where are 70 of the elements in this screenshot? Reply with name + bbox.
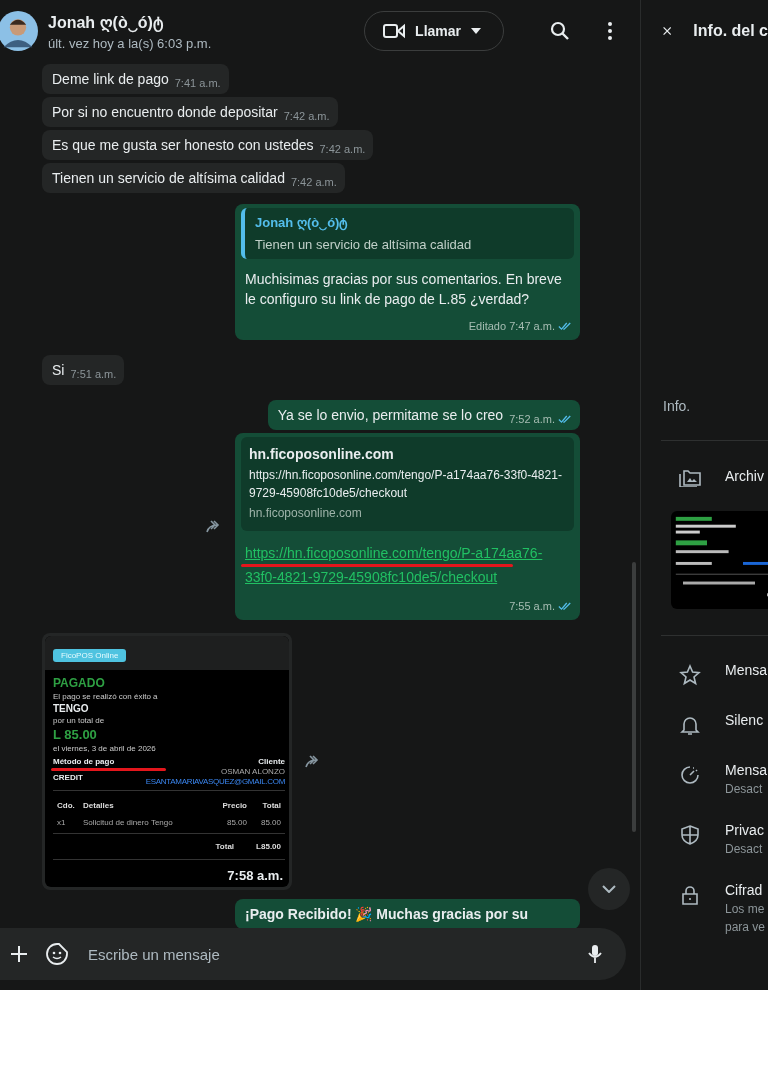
message-bubble: Es que me gusta ser honesto con ustedes 7:42 a.m. bbox=[42, 130, 374, 160]
image-message[interactable] bbox=[42, 633, 292, 890]
message-composer[interactable]: Escribe un mensaje bbox=[0, 928, 626, 980]
table-header: Total bbox=[261, 801, 281, 810]
search-icon[interactable] bbox=[550, 21, 570, 41]
quoted-message[interactable]: Jonah ღ(ò‿ó)ტ Tienen un servicio de altísima calidad bbox=[241, 208, 574, 259]
star-icon bbox=[679, 664, 701, 686]
settings-subtitle: para ve bbox=[725, 920, 766, 934]
table-cell-text: 85.00 bbox=[259, 818, 281, 827]
media-label[interactable]: Archiv bbox=[725, 468, 764, 484]
last-seen-status: últ. vez hoy a la(s) 6:03 p.m. bbox=[48, 36, 213, 51]
media-icon bbox=[679, 467, 701, 487]
receipt-value: CREDIT bbox=[53, 773, 84, 782]
table-header: Precio bbox=[221, 801, 247, 810]
settings-item[interactable]: Cifrad bbox=[725, 882, 766, 898]
message-input[interactable]: Escribe un mensaje bbox=[86, 944, 570, 964]
total-label: Total bbox=[215, 842, 235, 851]
settings-subtitle: Los me bbox=[725, 902, 766, 916]
add-icon[interactable] bbox=[10, 945, 28, 963]
receipt-label: Cliente bbox=[258, 757, 285, 766]
receipt-date: el viernes, 3 de abril de 2026 bbox=[53, 744, 157, 753]
amount: L 85.00 bbox=[53, 727, 98, 742]
lock-icon bbox=[679, 884, 701, 906]
menu-icon[interactable] bbox=[608, 22, 612, 40]
table-cell-text: x1 bbox=[57, 818, 67, 827]
message-bubble: Tienen un servicio de altísima calidad 7:42 a.m. bbox=[42, 163, 345, 193]
message-bubble: Ya se lo envio, permitame se lo creo 7:52 a.m. bbox=[267, 400, 580, 430]
receipt-label: Método de pago bbox=[53, 757, 115, 766]
total-value: L85.00 bbox=[256, 842, 281, 851]
close-icon[interactable] bbox=[663, 24, 672, 38]
settings-item[interactable]: Mensa bbox=[725, 762, 768, 778]
timer-icon bbox=[679, 764, 701, 786]
table-cell-text: Solicitud de dinero Tengo bbox=[83, 818, 174, 827]
section-label: Info. bbox=[663, 398, 692, 414]
receipt-text: El pago se realizó con éxito a bbox=[53, 692, 159, 701]
sticker-icon[interactable] bbox=[46, 943, 68, 965]
link-preview[interactable]: hn.ficoposonline.com https://hn.ficoposonline.com/tengo/P-a174aa76-33f0-4821-9729-45908fc10de5/checkout hn.ficoposonline.com bbox=[241, 437, 574, 531]
payment-status: PAGADO bbox=[53, 676, 106, 690]
message-bubble: Si 7:51 a.m. bbox=[42, 355, 125, 385]
brand-badge: FicoPOS Online bbox=[53, 649, 127, 662]
message-bubble: Jonah ღ(ò‿ó)ტ Tienen un servicio de altísima calidad Muchisimas gracias por sus comentarios. En breve le configuro su link de pago de L.85 ¿verdad? Editado 7:47 a.m. bbox=[235, 204, 580, 340]
table-cell-text: 85.00 bbox=[225, 818, 247, 827]
settings-item[interactable]: Silenc bbox=[725, 712, 764, 728]
receipt-value: OSMAN ALONZO bbox=[221, 767, 285, 776]
shield-icon bbox=[679, 824, 701, 846]
table-header: Cdo. bbox=[57, 801, 76, 810]
receipt-email: ESANTAMARIAVASQUEZ@GMAIL.COM bbox=[145, 777, 285, 786]
message-time: 7:58 a.m. bbox=[227, 868, 283, 883]
message-bubble: hn.ficoposonline.com https://hn.ficoposonline.com/tengo/P-a174aa76-33f0-4821-9729-45908fc10de5/checkout hn.ficoposonline.com https://hn.ficoposonline.com/tengo/P-a174aa76-33f0-4821-9729-45908fc10de5/checkout 7:55 a.m. bbox=[235, 433, 580, 620]
chevron-down-icon bbox=[602, 885, 616, 893]
message-bubble: ¡Pago Recibido! 🎉 Muchas gracias por su bbox=[235, 899, 580, 928]
contact-name: Jonah ღ(ò‿ó)ტ bbox=[48, 13, 164, 33]
merchant-name: TENGO bbox=[53, 703, 90, 714]
panel-title: Info. del c bbox=[693, 22, 768, 40]
scroll-down-button[interactable] bbox=[588, 868, 630, 910]
bell-icon bbox=[679, 714, 701, 736]
settings-subtitle: Desact bbox=[725, 782, 764, 796]
video-icon bbox=[383, 23, 406, 39]
settings-item[interactable]: Mensa bbox=[725, 662, 768, 678]
checkout-link[interactable]: https://hn.ficoposonline.com/tengo/P-a174aa76-33f0-4821-9729-45908fc10de5/checkout bbox=[245, 541, 570, 589]
scrollbar[interactable] bbox=[632, 562, 636, 832]
settings-subtitle: Desact bbox=[725, 842, 764, 856]
microphone-icon[interactable] bbox=[588, 944, 602, 964]
message-bubble: Deme link de pago 7:41 a.m. bbox=[42, 64, 229, 94]
table-header: Detalles bbox=[83, 801, 115, 810]
receipt-text: por un total de bbox=[53, 716, 106, 725]
avatar[interactable] bbox=[0, 11, 38, 51]
caret-icon bbox=[471, 28, 481, 34]
message-bubble: Por si no encuentro donde depositar 7:42 a.m. bbox=[42, 97, 338, 127]
settings-item[interactable]: Privac bbox=[725, 822, 764, 838]
